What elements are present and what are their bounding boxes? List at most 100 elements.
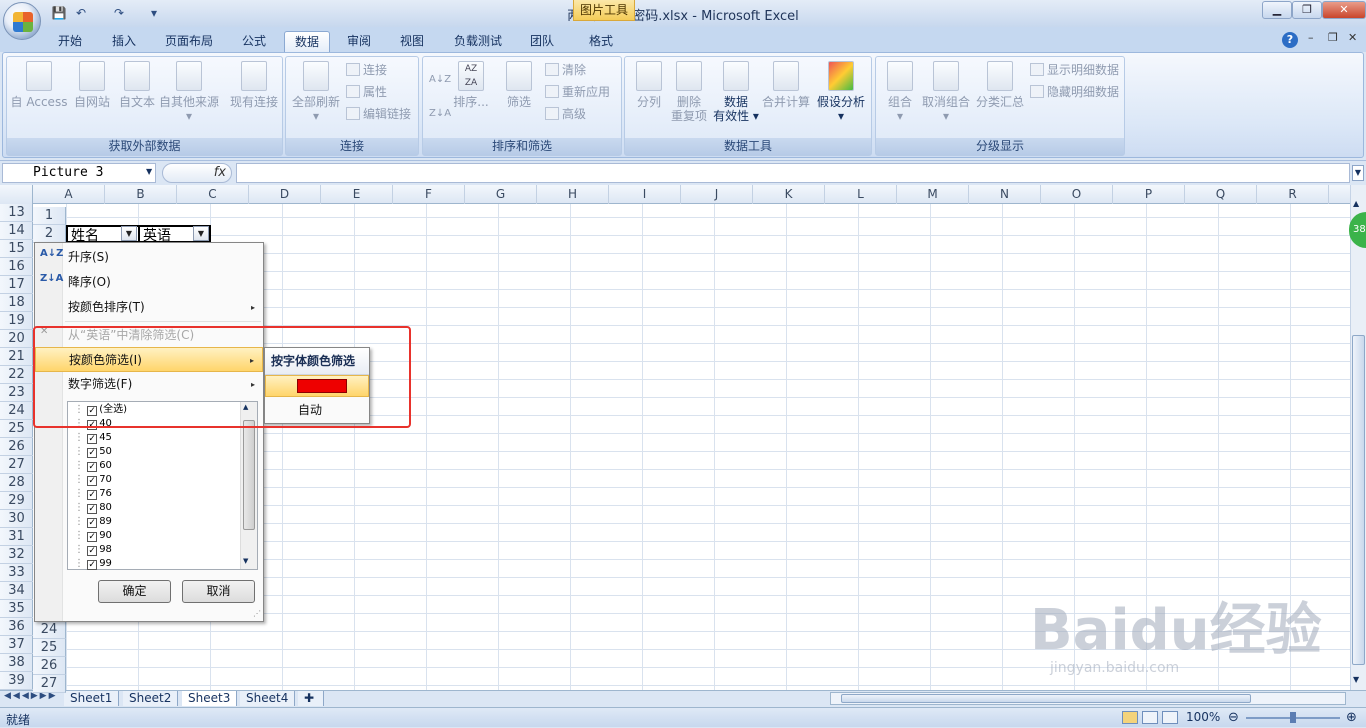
- ribbon-minimize-icon[interactable]: –: [1308, 31, 1314, 44]
- tab-review[interactable]: 审阅: [337, 31, 381, 52]
- ok-button[interactable]: 确定: [98, 580, 171, 603]
- sort-ascending-item[interactable]: A↓Z 升序(S): [35, 245, 263, 270]
- minimize-button[interactable]: ▁: [1262, 1, 1292, 19]
- tab-formulas[interactable]: 公式: [232, 31, 276, 52]
- name-box[interactable]: Picture 3: [2, 163, 156, 183]
- scroll-down-arrow-icon[interactable]: ▼: [1353, 675, 1359, 684]
- checkbox-checked-icon[interactable]: ✓: [87, 518, 98, 528]
- hide-detail-button[interactable]: 隐藏明细数据: [1030, 85, 1119, 99]
- filter-list-item[interactable]: ⋮ ✓ 80: [74, 501, 112, 515]
- checkbox-checked-icon[interactable]: ✓: [87, 476, 98, 486]
- tab-data[interactable]: 数据: [284, 31, 331, 52]
- ungroup-button[interactable]: 取消组合 ▾: [920, 61, 972, 123]
- properties-button[interactable]: 属性: [346, 85, 387, 99]
- group-button[interactable]: 组合 ▾: [880, 61, 920, 123]
- from-web-button[interactable]: 自网站: [69, 61, 115, 109]
- select-all-corner[interactable]: [0, 185, 33, 204]
- tab-load-test[interactable]: 负载测试: [444, 31, 512, 52]
- row-header[interactable]: 37: [0, 636, 33, 654]
- clear-button[interactable]: 清除: [545, 63, 586, 77]
- advanced-button[interactable]: 高级: [545, 107, 586, 121]
- undo-icon[interactable]: ↶: [72, 4, 90, 22]
- column-header[interactable]: A: [33, 185, 105, 204]
- column-header[interactable]: E: [321, 185, 393, 204]
- subtotal-button[interactable]: 分类汇总: [974, 61, 1026, 109]
- ribbon-restore-icon[interactable]: ❐: [1328, 31, 1338, 44]
- row-header[interactable]: 16: [0, 258, 33, 276]
- zoom-out-icon[interactable]: ⊖: [1228, 710, 1239, 725]
- restore-button[interactable]: ❐: [1292, 1, 1322, 19]
- tab-page-layout[interactable]: 页面布局: [155, 31, 223, 52]
- what-if-analysis-button[interactable]: 假设分析 ▾: [813, 61, 869, 123]
- column-header[interactable]: C: [177, 185, 249, 204]
- checkbox-checked-icon[interactable]: ✓: [87, 504, 98, 514]
- scroll-down-icon[interactable]: ▼: [243, 557, 248, 565]
- consolidate-button[interactable]: 合并计算: [761, 61, 811, 109]
- checkbox-checked-icon[interactable]: ✓: [87, 546, 98, 556]
- save-icon[interactable]: 💾: [50, 4, 68, 22]
- from-other-sources-button[interactable]: 自其他来源 ▾: [157, 61, 221, 123]
- filter-list-item[interactable]: ⋮ ✓ 89: [74, 515, 112, 529]
- sort-asc-small-button[interactable]: A↓Z: [429, 73, 451, 87]
- row-header[interactable]: 24: [0, 402, 33, 420]
- sort-by-color-item[interactable]: 按颜色排序(T) ▸: [35, 295, 263, 320]
- sort-descending-item[interactable]: Z↓A 降序(O): [35, 270, 263, 295]
- filter-dropdown-b[interactable]: ▼: [193, 226, 209, 241]
- column-header[interactable]: R: [1257, 185, 1329, 204]
- vertical-scrollbar[interactable]: ▲ ▼: [1350, 185, 1366, 690]
- checkbox-checked-icon[interactable]: ✓: [87, 532, 98, 542]
- filter-list-item[interactable]: ⋮ ✓ 76: [74, 487, 112, 501]
- filter-list-item[interactable]: ⋮ ✓ 50: [74, 445, 112, 459]
- column-header[interactable]: K: [753, 185, 825, 204]
- row-header[interactable]: 35: [0, 600, 33, 618]
- inner-row-header[interactable]: 25: [33, 639, 66, 657]
- existing-connections-button[interactable]: 现有连接: [226, 61, 282, 109]
- sheet-tab-3[interactable]: Sheet3: [182, 691, 238, 706]
- column-header[interactable]: I: [609, 185, 681, 204]
- checkbox-checked-icon[interactable]: ✓: [87, 462, 98, 472]
- row-header[interactable]: 13: [0, 204, 33, 222]
- insert-sheet-icon[interactable]: ✚: [298, 691, 324, 706]
- tab-home[interactable]: 开始: [48, 31, 92, 52]
- row-header[interactable]: 32: [0, 546, 33, 564]
- insert-function-button[interactable]: fx: [162, 163, 232, 183]
- text-to-columns-button[interactable]: 分列: [629, 61, 669, 109]
- expand-formula-bar-icon[interactable]: ▼: [1352, 165, 1364, 181]
- page-break-view-icon[interactable]: [1162, 711, 1178, 724]
- close-button[interactable]: ✕: [1322, 1, 1366, 19]
- filter-dropdown-a[interactable]: ▼: [121, 226, 137, 241]
- cancel-button[interactable]: 取消: [182, 580, 255, 603]
- formula-input[interactable]: [236, 163, 1350, 183]
- normal-view-icon[interactable]: [1122, 711, 1138, 724]
- inner-row-header[interactable]: 26: [33, 657, 66, 675]
- filter-list-item[interactable]: ⋮ ✓ 99: [74, 557, 112, 571]
- row-header[interactable]: 28: [0, 474, 33, 492]
- column-header[interactable]: M: [897, 185, 969, 204]
- row-header[interactable]: 15: [0, 240, 33, 258]
- row-header[interactable]: 20: [0, 330, 33, 348]
- resize-grip-icon[interactable]: ⋰: [253, 609, 261, 618]
- column-header[interactable]: F: [393, 185, 465, 204]
- filter-button[interactable]: 筛选: [499, 61, 539, 109]
- row-header[interactable]: 29: [0, 492, 33, 510]
- edit-links-button[interactable]: 编辑链接: [346, 107, 411, 121]
- row-header[interactable]: 34: [0, 582, 33, 600]
- row-header[interactable]: 23: [0, 384, 33, 402]
- column-header[interactable]: H: [537, 185, 609, 204]
- column-header[interactable]: L: [825, 185, 897, 204]
- row-header[interactable]: 26: [0, 438, 33, 456]
- row-header[interactable]: 21: [0, 348, 33, 366]
- tab-insert[interactable]: 插入: [102, 31, 146, 52]
- row-header[interactable]: 19: [0, 312, 33, 330]
- sheet-tab-1[interactable]: Sheet1: [64, 691, 120, 706]
- filter-list-item[interactable]: ⋮ ✓ 60: [74, 459, 112, 473]
- tab-view[interactable]: 视图: [390, 31, 434, 52]
- name-box-dropdown-icon[interactable]: ▼: [146, 167, 152, 176]
- column-header[interactable]: N: [969, 185, 1041, 204]
- inner-row-header[interactable]: 24: [33, 621, 66, 639]
- filter-list-item[interactable]: ⋮ ✓ 45: [74, 431, 112, 445]
- zoom-slider-thumb[interactable]: [1290, 712, 1296, 723]
- from-text-button[interactable]: 自文本: [114, 61, 160, 109]
- row-header[interactable]: 25: [0, 420, 33, 438]
- scroll-up-arrow-icon[interactable]: ▲: [1353, 199, 1365, 209]
